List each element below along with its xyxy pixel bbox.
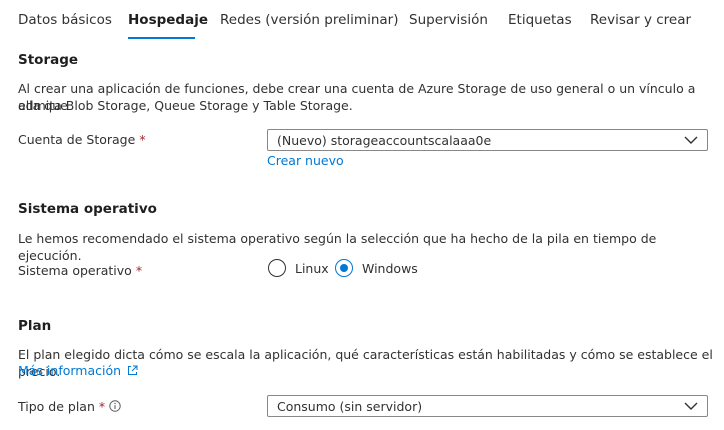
tab-supervision[interactable]: Supervisión: [409, 12, 488, 28]
info-icon[interactable]: [109, 400, 121, 412]
os-section-title: Sistema operativo: [18, 201, 157, 217]
create-new-storage-link[interactable]: Crear nuevo: [267, 153, 344, 168]
tab-etiquetas[interactable]: Etiquetas: [508, 12, 572, 28]
radio-dot: [340, 264, 348, 272]
os-label-text: Sistema operativo: [18, 263, 132, 278]
storage-account-selected-value: (Nuevo) storageaccountscalaaa0e: [277, 133, 492, 148]
storage-account-label: Cuenta de Storage *: [18, 132, 146, 147]
tab-redes[interactable]: Redes (versión preliminar): [220, 12, 398, 28]
more-info-link[interactable]: Más información: [18, 363, 138, 378]
tab-datos-basicos[interactable]: Datos básicos: [18, 12, 112, 28]
storage-account-dropdown[interactable]: (Nuevo) storageaccountscalaaa0e: [267, 129, 708, 151]
chevron-down-icon: [684, 402, 698, 410]
plan-type-dropdown[interactable]: Consumo (sin servidor): [267, 395, 708, 417]
storage-description-line2: admita Blob Storage, Queue Storage y Tab…: [18, 98, 353, 113]
external-link-icon: [128, 365, 138, 375]
function-app-hosting-page: Datos básicos Hospedaje Redes (versión p…: [0, 0, 724, 430]
chevron-down-icon: [684, 136, 698, 144]
tab-hospedaje[interactable]: Hospedaje: [128, 12, 208, 28]
tab-revisar-y-crear[interactable]: Revisar y crear: [590, 12, 691, 28]
os-radio-linux-label: Linux: [295, 261, 329, 276]
os-description: Le hemos recomendado el sistema operativ…: [18, 231, 657, 263]
radio-unchecked-icon: [268, 259, 286, 277]
plan-type-label-text: Tipo de plan: [18, 399, 95, 414]
required-marker: *: [135, 263, 143, 278]
tab-bar: Datos básicos Hospedaje Redes (versión p…: [0, 0, 724, 40]
os-label: Sistema operativo *: [18, 263, 142, 278]
storage-account-label-text: Cuenta de Storage: [18, 132, 136, 147]
plan-type-label: Tipo de plan *: [18, 399, 105, 414]
plan-type-selected-value: Consumo (sin servidor): [277, 399, 423, 414]
plan-section-title: Plan: [18, 318, 52, 334]
active-tab-indicator: [128, 37, 195, 39]
radio-checked-icon: [335, 259, 353, 277]
more-info-link-text: Más información: [18, 363, 122, 378]
storage-section-title: Storage: [18, 52, 79, 68]
required-marker: *: [139, 132, 146, 147]
os-radio-windows-label: Windows: [362, 261, 418, 276]
required-marker: *: [98, 399, 106, 414]
